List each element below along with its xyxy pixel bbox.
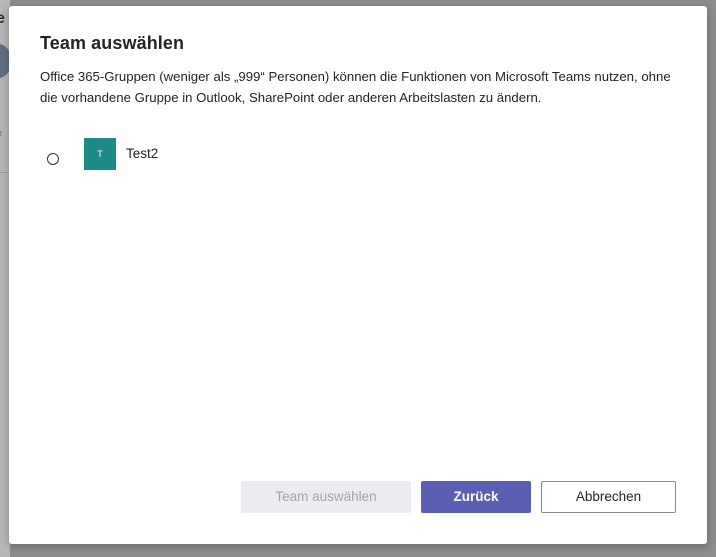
back-button[interactable]: Zurück bbox=[421, 481, 531, 513]
team-name: Test2 bbox=[126, 146, 159, 161]
team-radio-button[interactable] bbox=[47, 153, 59, 165]
team-list-item[interactable]: T Test2 bbox=[40, 136, 680, 172]
dialog-description: Office 365-Gruppen (weniger als „999“ Pe… bbox=[40, 69, 671, 105]
background-app-title-fragment: e bbox=[0, 10, 5, 27]
select-team-dialog: Team auswählen Office 365-Gruppen (wenig… bbox=[9, 6, 707, 544]
team-avatar: T bbox=[84, 138, 116, 170]
cancel-button[interactable]: Abbrechen bbox=[541, 481, 676, 513]
dialog-title: Team auswählen bbox=[40, 33, 185, 53]
background-app-text-fragment: i e bbox=[0, 112, 2, 140]
select-team-button[interactable]: Team auswählen bbox=[241, 481, 411, 513]
background-app-text-line-2: e bbox=[0, 128, 2, 138]
